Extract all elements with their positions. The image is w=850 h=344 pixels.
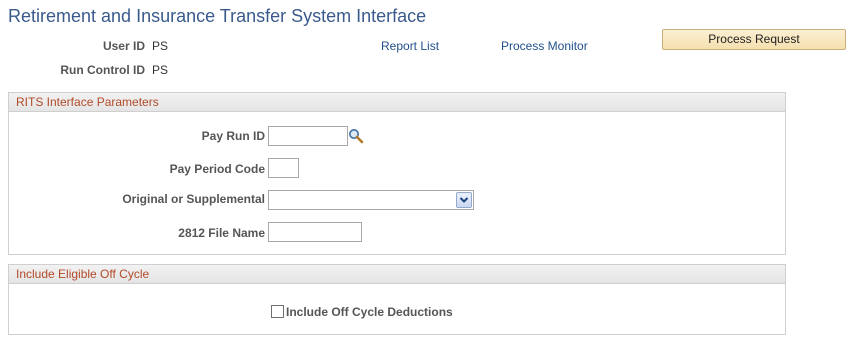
pay-run-id-label: Pay Run ID [201,129,265,143]
include-off-cycle-deductions-label: Include Off Cycle Deductions [286,305,453,319]
user-id-label: User ID [102,39,145,53]
process-request-button[interactable]: Process Request [662,29,846,50]
report-list-link[interactable]: Report List [381,39,439,53]
process-monitor-link[interactable]: Process Monitor [501,39,588,53]
original-or-supplemental-select[interactable] [268,190,474,210]
original-or-supplemental-label: Original or Supplemental [122,192,265,206]
user-id-value: PS [152,39,169,53]
group-title: Include Eligible Off Cycle [9,265,785,284]
include-off-cycle-deductions-checkbox[interactable] [271,305,284,318]
chevron-down-icon[interactable] [456,192,472,208]
group-title: RITS Interface Parameters [9,93,785,112]
pay-run-id-input[interactable] [268,126,348,146]
pay-period-code-input[interactable] [268,158,299,178]
pay-period-code-label: Pay Period Code [169,162,265,176]
run-control-id-label: Run Control ID [60,63,145,77]
file-name-2812-input[interactable] [268,222,362,242]
include-eligible-off-cycle-group: Include Eligible Off Cycle Include Off C… [8,264,786,335]
rits-interface-parameters-group: RITS Interface Parameters Pay Run ID Pay… [8,92,786,255]
page-title: Retirement and Insurance Transfer System… [8,6,427,26]
file-name-2812-label: 2812 File Name [178,226,265,240]
run-control-id-value: PS [152,63,169,77]
lookup-icon[interactable] [348,128,364,144]
